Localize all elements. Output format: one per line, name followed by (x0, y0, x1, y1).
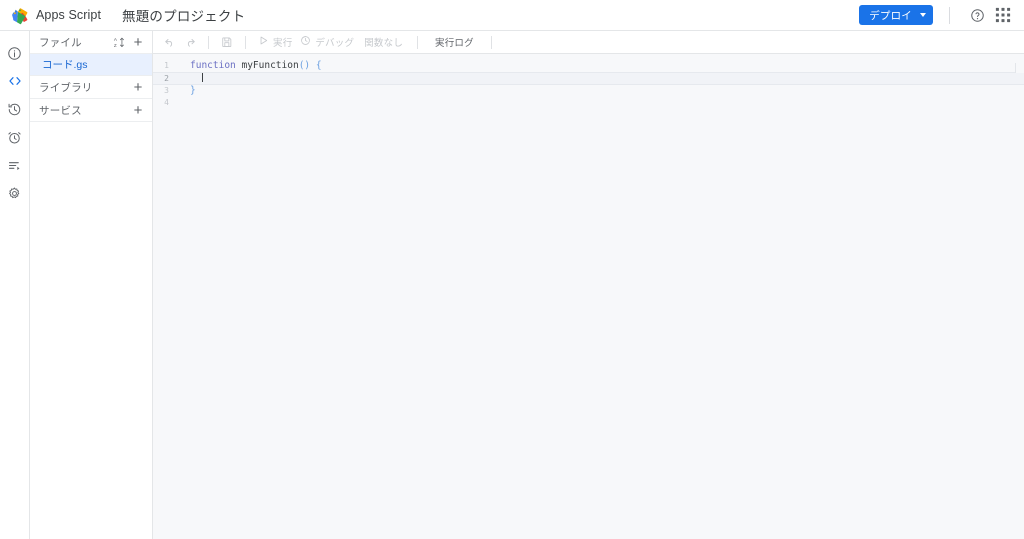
code-line[interactable]: 1 function myFunction() { (153, 60, 1024, 72)
undo-icon[interactable] (160, 33, 180, 52)
files-section-header[interactable]: ファイル A Z + (30, 31, 152, 54)
project-title[interactable]: 無題のプロジェクト (122, 5, 245, 25)
files-section-label: ファイル (39, 36, 82, 49)
header-actions: デプロイ (859, 2, 1016, 28)
run-button[interactable]: 実行 (254, 33, 296, 52)
line-number: 1 (164, 61, 169, 71)
sidebar-item-triggers[interactable] (1, 125, 29, 149)
logs-icon (7, 158, 22, 173)
svg-text:Z: Z (113, 42, 116, 47)
line-content: } (177, 85, 1024, 96)
services-section-label: サービス (39, 104, 82, 117)
editor-column: 実行 デバッグ 関数なし 実行ログ 1 function myFunction(… (153, 31, 1024, 539)
toolbar-divider-4 (490, 35, 492, 49)
header-divider (949, 6, 950, 24)
debug-button[interactable]: デバッグ (296, 33, 358, 52)
add-file-icon[interactable]: + (130, 34, 146, 50)
alarm-icon (7, 130, 22, 145)
sidebar-item-execution-log[interactable] (1, 153, 29, 177)
app-body: ファイル A Z + コード.gs ライブラリ + サービス + 実行 デバッグ… (0, 31, 1024, 539)
line-content (177, 72, 1024, 84)
code-icon (7, 73, 23, 89)
sidebar-item-settings[interactable] (1, 181, 29, 205)
token-keyword: function (190, 60, 242, 72)
product-name: Apps Script (36, 8, 102, 22)
apps-grid-icon[interactable] (990, 2, 1016, 28)
editor-scrollbar[interactable] (1015, 63, 1024, 73)
deploy-button[interactable]: デプロイ (859, 5, 933, 25)
play-icon (258, 35, 269, 49)
add-library-icon[interactable]: + (130, 79, 146, 95)
code-editor[interactable]: 1 function myFunction() { 2 3 } 4 (153, 54, 1024, 539)
code-line[interactable]: 3 } (153, 85, 1024, 97)
history-icon (7, 102, 22, 117)
info-icon (7, 46, 22, 61)
file-name: コード.gs (42, 59, 88, 71)
toolbar-divider-1 (208, 35, 209, 49)
editor-toolbar: 実行 デバッグ 関数なし 実行ログ (153, 31, 1024, 54)
token-brace-open: { (315, 60, 322, 72)
help-circle-icon[interactable] (964, 2, 990, 28)
token-brace-close: } (190, 85, 196, 97)
libraries-section-header[interactable]: ライブラリ + (30, 76, 152, 99)
chevron-down-icon (920, 13, 926, 17)
execution-log-tab[interactable]: 実行ログ (426, 35, 483, 49)
sidebar-item-overview[interactable] (1, 41, 29, 65)
code-line-active[interactable]: 2 (153, 71, 1024, 85)
toolbar-divider-2 (245, 35, 246, 49)
line-number: 2 (164, 73, 169, 83)
sort-az-icon[interactable]: A Z (111, 34, 127, 50)
redo-icon[interactable] (180, 33, 200, 52)
debug-button-label: デバッグ (315, 38, 355, 49)
toolbar-divider-3 (417, 35, 419, 49)
apps-script-logo-icon (10, 6, 29, 25)
left-nav-rail (0, 31, 30, 539)
line-content: function myFunction() { (177, 60, 1024, 71)
code-line[interactable]: 4 (153, 97, 1024, 109)
add-service-icon[interactable]: + (130, 102, 146, 118)
text-cursor (202, 72, 204, 82)
line-number: 4 (164, 97, 169, 107)
gear-icon (7, 186, 22, 201)
token-identifier: myFunction (241, 60, 299, 72)
sidebar-item-editor[interactable] (1, 69, 29, 93)
apps-script-window: Apps Script 無題のプロジェクト デプロイ ファイル A Z + コー… (0, 0, 1024, 539)
line-number: 3 (164, 86, 169, 96)
svg-text:A: A (113, 37, 117, 42)
function-select[interactable]: 関数なし (358, 35, 409, 49)
brand[interactable]: Apps Script (10, 6, 101, 25)
file-row-code-gs[interactable]: コード.gs (30, 54, 152, 76)
token-parens: () (298, 60, 311, 72)
run-button-label: 実行 (273, 38, 293, 49)
sidebar-item-executions[interactable] (1, 97, 29, 121)
libraries-section-label: ライブラリ (39, 81, 93, 94)
debug-icon (300, 35, 311, 49)
app-header: Apps Script 無題のプロジェクト デプロイ (0, 0, 1024, 31)
deploy-button-label: デプロイ (869, 9, 912, 22)
files-panel: ファイル A Z + コード.gs ライブラリ + サービス + (30, 31, 153, 539)
save-icon[interactable] (217, 33, 237, 52)
services-section-header[interactable]: サービス + (30, 99, 152, 122)
